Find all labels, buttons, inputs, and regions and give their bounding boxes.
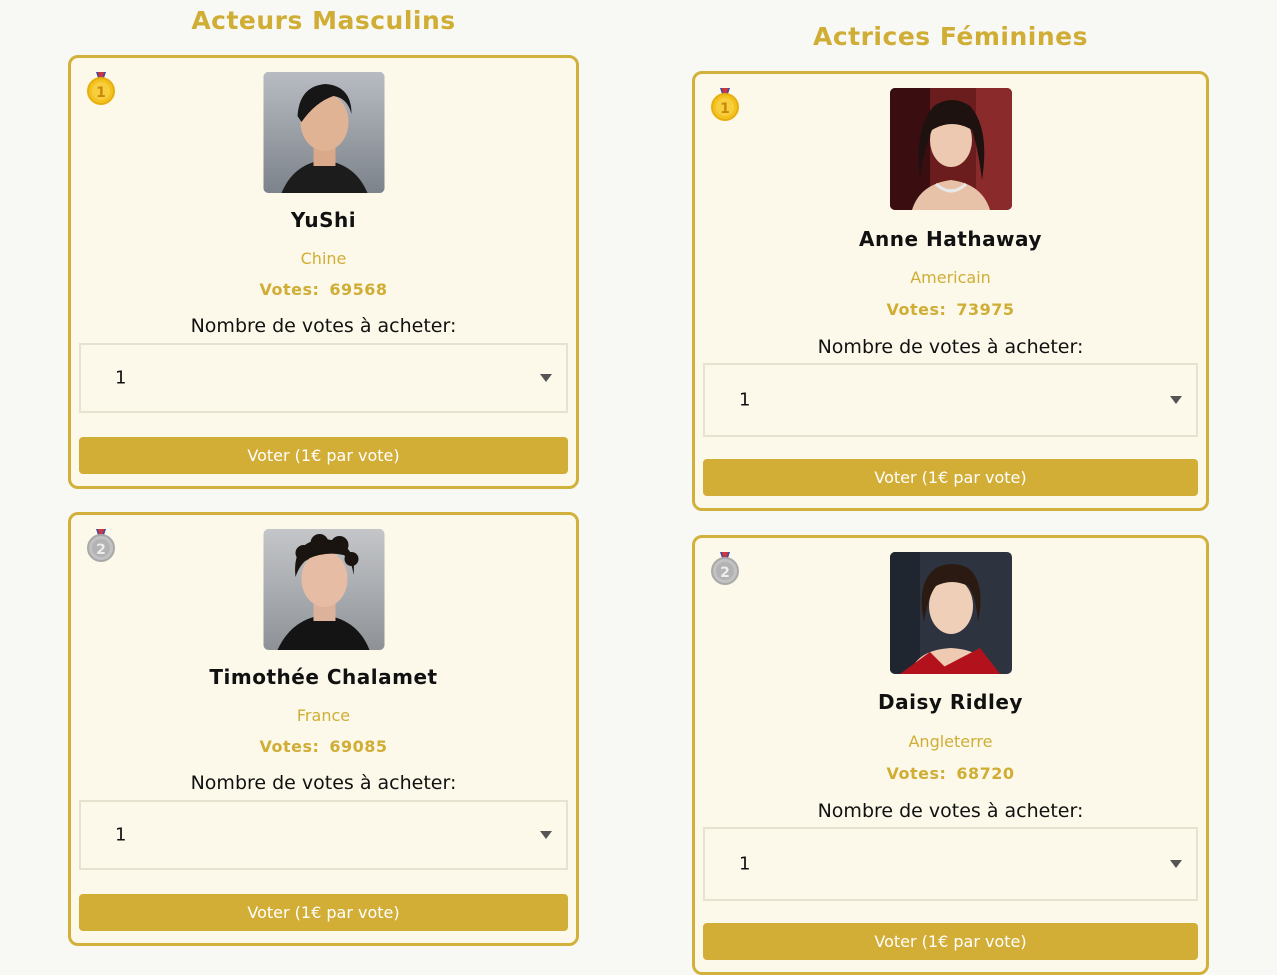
chevron-down-icon [540, 831, 552, 839]
gold-medal-icon: 1 [707, 86, 743, 122]
candidate-name: Anne Hathaway [859, 227, 1042, 251]
candidate-country: Americain [910, 268, 991, 287]
vote-count: Votes: 68720 [695, 764, 1206, 783]
gold-medal-icon: 1 [83, 70, 119, 106]
vote-count: Votes: 69568 [71, 280, 576, 299]
votes-value: 68720 [956, 764, 1015, 783]
vote-quantity-select[interactable]: 1 [703, 827, 1198, 901]
votes-value: 73975 [956, 300, 1015, 319]
votes-to-buy-label: Nombre de votes à acheter: [817, 336, 1084, 358]
svg-text:2: 2 [720, 565, 730, 581]
silver-medal-icon: 2 [707, 550, 743, 586]
votes-value: 69085 [329, 737, 388, 756]
svg-text:1: 1 [96, 85, 106, 101]
candidate-name: YuShi [290, 208, 357, 232]
votes-to-buy-label: Nombre de votes à acheter: [190, 315, 457, 337]
vote-count: Votes: 69085 [71, 737, 576, 756]
selected-quantity: 1 [115, 824, 127, 846]
votes-to-buy-label: Nombre de votes à acheter: [190, 772, 457, 794]
vote-quantity-select[interactable]: 1 [79, 800, 568, 870]
candidate-photo [263, 72, 384, 193]
svg-text:2: 2 [96, 542, 106, 558]
chevron-down-icon [1170, 860, 1182, 868]
candidate-name: Timothée Chalamet [209, 665, 438, 689]
chevron-down-icon [1170, 396, 1182, 404]
selected-quantity: 1 [739, 853, 751, 875]
vote-button[interactable]: Voter (1€ par vote) [79, 894, 568, 931]
votes-to-buy-label: Nombre de votes à acheter: [817, 800, 1084, 822]
candidate-card-anne-hathaway: 1 Anne Hathaway Americain Votes: 73975 No… [692, 71, 1209, 511]
vote-button[interactable]: Voter (1€ par vote) [703, 459, 1198, 496]
selected-quantity: 1 [115, 367, 127, 389]
male-actors-title: Acteurs Masculins [191, 6, 456, 35]
candidate-country: Angleterre [908, 732, 993, 751]
candidate-card-timothee-chalamet: 2 Timothée Chalamet France Votes: 69085 N… [68, 512, 579, 946]
svg-text:1: 1 [720, 101, 730, 117]
candidate-photo [263, 529, 384, 650]
vote-quantity-select[interactable]: 1 [79, 343, 568, 413]
votes-label: Votes: [886, 764, 947, 783]
candidate-card-yushi: 1 YuShi Chine Votes: 69568 Nombre de vote… [68, 55, 579, 489]
silver-medal-icon: 2 [83, 527, 119, 563]
candidate-photo [889, 88, 1012, 210]
votes-label: Votes: [259, 280, 320, 299]
votes-label: Votes: [259, 737, 320, 756]
candidate-name: Daisy Ridley [878, 690, 1023, 714]
candidate-photo [889, 552, 1012, 674]
chevron-down-icon [540, 374, 552, 382]
candidate-country: Chine [300, 249, 347, 268]
candidate-country: France [296, 706, 351, 725]
candidate-card-daisy-ridley: 2 Daisy Ridley Angleterre Votes: 68720 No… [692, 535, 1209, 975]
vote-button[interactable]: Voter (1€ par vote) [79, 437, 568, 474]
vote-quantity-select[interactable]: 1 [703, 363, 1198, 437]
selected-quantity: 1 [739, 389, 751, 411]
votes-value: 69568 [329, 280, 388, 299]
votes-label: Votes: [886, 300, 947, 319]
female-actors-title: Actrices Féminines [812, 22, 1088, 51]
vote-count: Votes: 73975 [695, 300, 1206, 319]
vote-button[interactable]: Voter (1€ par vote) [703, 923, 1198, 960]
